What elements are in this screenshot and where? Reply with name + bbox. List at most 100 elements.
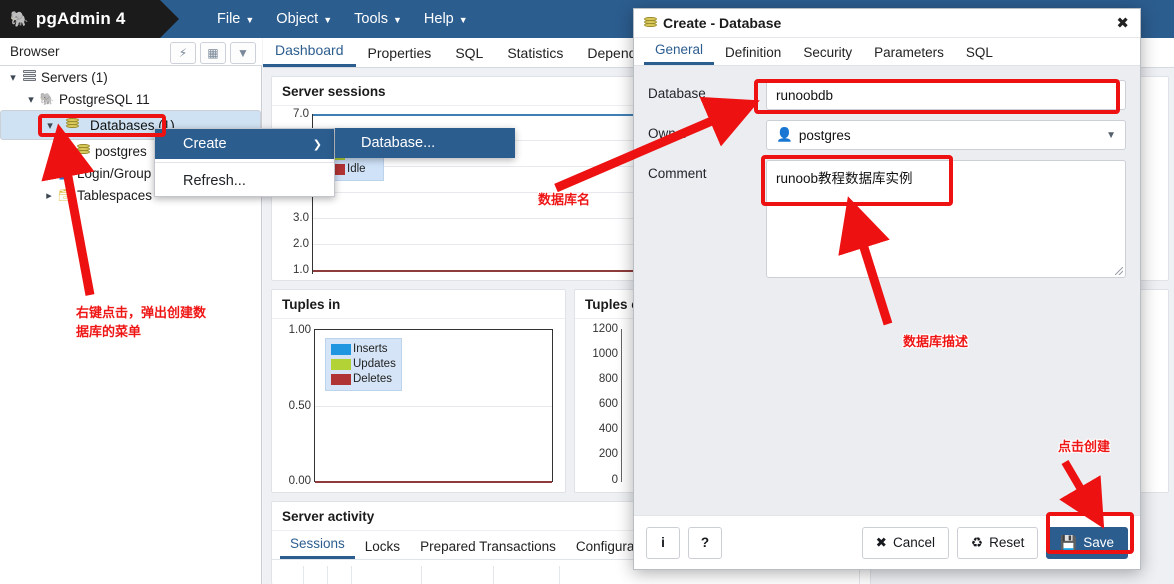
ytick-label: 1.00 [288,324,311,336]
tab-properties[interactable]: Properties [356,41,444,67]
context-submenu-create[interactable]: Database... [335,128,515,158]
chevron-right-icon[interactable]: ▸ [42,189,56,202]
context-menu-item-create[interactable]: Create ❯ [155,129,334,159]
context-menu-item-refresh[interactable]: Refresh... [155,166,334,196]
tree-label-postgresql: PostgreSQL 11 [59,91,150,107]
annotation-db-name: 数据库名 [538,192,591,207]
chevron-right-icon[interactable]: ▸ [42,167,56,180]
close-icon: ✖ [875,534,887,550]
field-row-database: Database runoobdb [648,80,1126,110]
ytick-label: 1200 [592,323,618,335]
menu-help[interactable]: Help ▼ [413,7,479,31]
context-menu-label-create: Create [183,136,227,152]
ytick-label: 600 [598,398,618,410]
browser-toolbar: ⚡ ▦ ▼ [170,42,256,64]
user-icon: 👤 [776,127,793,142]
app-title: pgAdmin 4 [35,9,126,28]
menu-file-label: File [217,11,241,27]
card-tuples-in: Tuples in 1.00 0.50 0.00 Inserts Updates [271,289,566,493]
chevron-right-icon: ❯ [312,138,322,151]
legend-entry: Updates [331,357,396,372]
context-menu[interactable]: Create ❯ Refresh... [154,128,335,197]
chevron-down-icon[interactable]: ▾ [24,93,38,106]
legend-swatch-icon [331,374,351,385]
ytick-label: 0 [611,474,618,486]
tab-statistics[interactable]: Statistics [495,41,575,67]
save-button[interactable]: 💾 Save [1046,526,1128,559]
menu-tools-label: Tools [354,11,388,27]
help-button[interactable]: ? [688,526,722,559]
pgadmin-window: 🐘 pgAdmin 4 File ▼ Object ▼ Tools ▼ Help… [0,0,1174,584]
tab-sql[interactable]: SQL [443,41,495,67]
field-row-comment: Comment runoob教程数据库实例 [648,160,1126,278]
table-cell [352,566,422,584]
refresh-icon: ♻ [971,534,984,550]
field-row-owner: Owner 👤 postgres ▼ [648,120,1126,150]
owner-select[interactable]: 👤 postgres ▼ [766,120,1126,150]
dialog-tab-definition[interactable]: Definition [714,41,792,65]
reset-label: Reset [989,535,1025,550]
elephant-logo-icon: 🐘 [10,11,29,28]
chevron-down-icon: ▼ [323,15,333,25]
ytick-label: 2.0 [293,238,309,250]
dialog-footer: i ? ✖ Cancel ♻ Reset 💾 Save [634,515,1140,569]
comment-textarea[interactable]: runoob教程数据库实例 [766,160,1126,278]
menu-object[interactable]: Object ▼ [265,7,343,31]
dialog-tab-general[interactable]: General [644,38,715,65]
database-name-value: runoobdb [776,87,834,103]
chevron-down-icon[interactable]: ▾ [6,71,20,84]
table-cell [422,566,494,584]
chevron-right-icon[interactable]: ▸ [60,145,74,158]
table-cell [494,566,560,584]
dialog-title-bar: Create - Database ✖ [634,9,1140,38]
filter-icon[interactable]: ▼ [230,42,256,64]
activity-tab-locks[interactable]: Locks [355,534,410,559]
database-icon [74,144,92,158]
legend-label: Inserts [353,343,388,355]
menu-help-label: Help [423,11,454,27]
card-title-tuples-in: Tuples in [272,290,565,319]
ytick-label: 0.50 [288,400,311,412]
cancel-button[interactable]: ✖ Cancel [861,526,950,559]
dialog-tab-bar: General Definition Security Parameters S… [634,38,1140,66]
dialog-tab-sql[interactable]: SQL [955,41,1004,65]
info-button[interactable]: i [646,526,680,559]
browser-title: Browser [10,44,60,59]
close-icon[interactable]: ✖ [1113,14,1132,32]
cancel-label: Cancel [892,535,936,550]
dialog-tab-security[interactable]: Security [792,41,863,65]
chevron-down-icon[interactable]: ▾ [43,119,57,132]
chevron-down-icon: ▼ [458,15,468,25]
ytick-label: 1.0 [293,264,309,276]
legend-label: Idle [347,163,366,175]
comment-value: runoob教程数据库实例 [776,171,913,186]
legend-swatch-icon [331,344,351,355]
activity-tab-sessions[interactable]: Sessions [280,531,355,559]
tree-item-servers[interactable]: ▾ Servers (1) [0,66,261,88]
tree-label-postgres-db: postgres [95,143,147,159]
annotation-click-create: 点击创建 [1058,439,1111,454]
table-cell [328,566,352,584]
ytick-label: 3.0 [293,212,309,224]
table-cell [304,566,328,584]
tree-item-postgresql[interactable]: ▾ 🐘 PostgreSQL 11 [0,88,261,110]
grid-icon[interactable]: ▦ [200,42,226,64]
menu-file[interactable]: File ▼ [206,7,265,31]
menu-tools[interactable]: Tools ▼ [343,7,413,31]
login-roles-icon: 👤 [57,166,73,180]
submenu-item-database[interactable]: Database... [361,135,435,151]
postgresql-icon: 🐘 [39,92,55,106]
label-comment: Comment [648,166,707,181]
legend-entry: Inserts [331,342,396,357]
database-name-input[interactable]: runoobdb [766,80,1126,110]
dialog-tab-parameters[interactable]: Parameters [863,41,955,65]
activity-tab-prepared-transactions[interactable]: Prepared Transactions [410,534,566,559]
chevron-down-icon: ▼ [1106,129,1116,141]
save-icon: 💾 [1060,534,1078,550]
quick-connect-icon[interactable]: ⚡ [170,42,196,64]
legend-label: Deletes [353,373,392,385]
reset-button[interactable]: ♻ Reset [957,526,1039,559]
tab-dashboard[interactable]: Dashboard [263,38,356,67]
ytick-label: 7.0 [293,108,309,120]
ytick-label: 0.00 [288,475,311,487]
